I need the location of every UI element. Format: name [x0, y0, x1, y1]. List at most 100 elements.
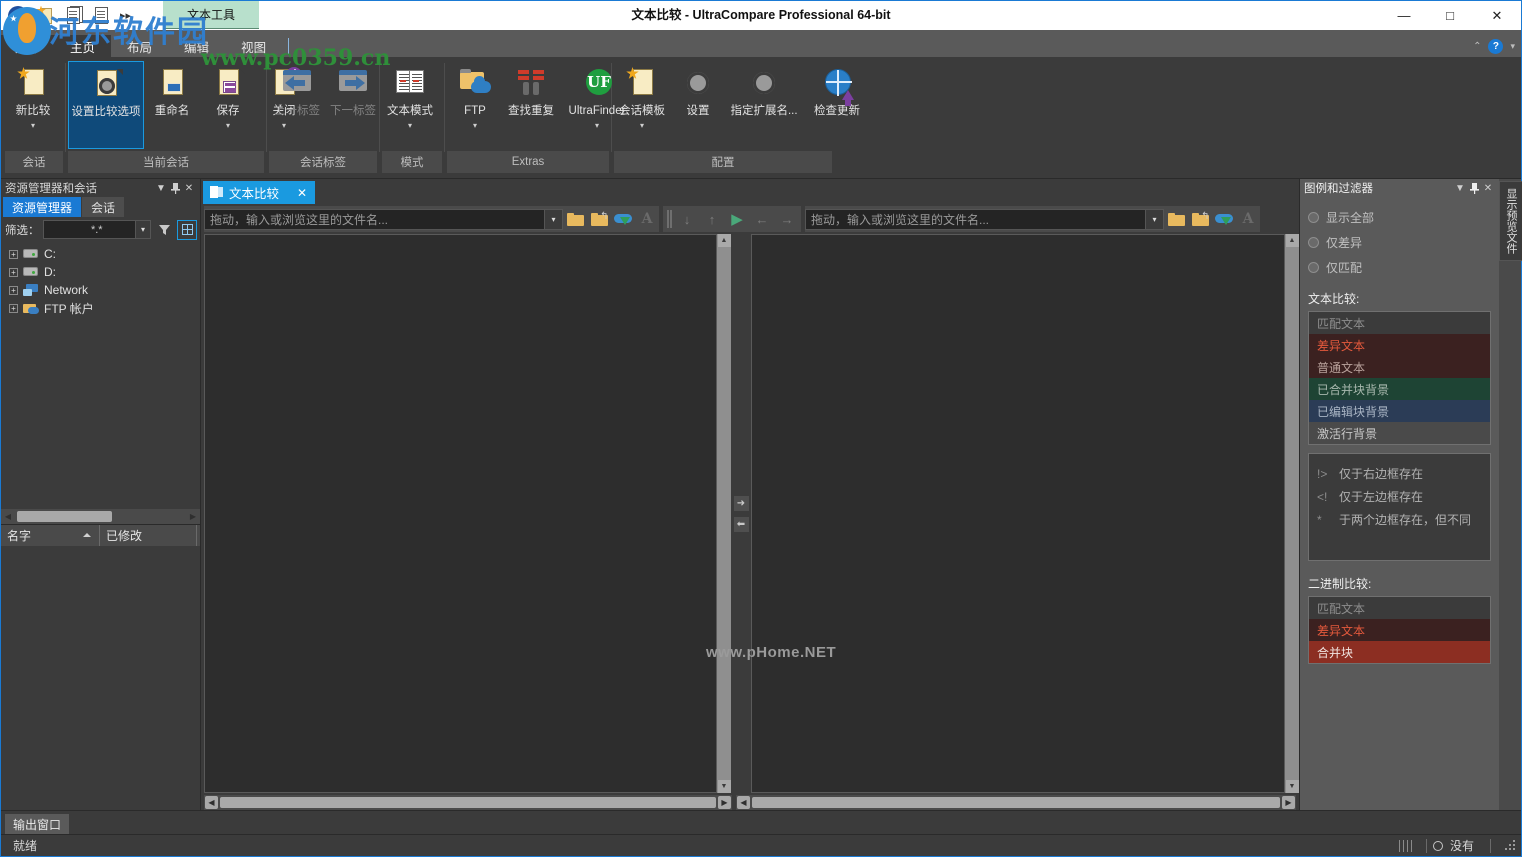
radio-differences-only[interactable]: 仅差异 [1308, 230, 1499, 255]
file-grid-body[interactable] [1, 546, 200, 810]
right-compare-pane[interactable] [751, 234, 1285, 793]
right-vertical-scrollbar[interactable]: ▲ ▼ [1285, 234, 1299, 793]
chevron-down-icon[interactable]: ▾ [1510, 41, 1515, 52]
close-button[interactable]: ✕ [1473, 1, 1521, 30]
scroll-left-icon[interactable]: ◀ [737, 796, 750, 809]
new-compare-button[interactable]: 新比较 ▾ [5, 61, 61, 130]
file-extensions-button[interactable]: 指定扩展名... [726, 61, 802, 118]
font-icon[interactable]: A [1236, 207, 1260, 231]
pin-icon[interactable] [168, 181, 182, 195]
rename-button[interactable]: 重命名 [144, 61, 200, 118]
merge-to-left-icon[interactable]: ⬅ [733, 516, 749, 532]
scrollbar-thumb[interactable] [17, 511, 112, 522]
toolbar-grip[interactable] [667, 210, 672, 228]
tab-output-window[interactable]: 输出窗口 [5, 814, 70, 834]
help-icon[interactable]: ? [1488, 39, 1504, 54]
open-folder-icon[interactable] [1164, 207, 1188, 231]
merge-to-right-icon[interactable]: ➜ [733, 495, 749, 511]
expander-icon[interactable]: + [9, 285, 18, 295]
run-compare-icon[interactable]: ▶ [727, 209, 747, 229]
close-icon[interactable]: ✕ [297, 186, 307, 200]
open-folder-icon[interactable] [563, 207, 587, 231]
scroll-right-icon[interactable]: ▶ [186, 510, 200, 524]
radio-show-all[interactable]: 显示全部 [1308, 205, 1499, 230]
scroll-left-icon[interactable]: ◀ [205, 796, 218, 809]
text-mode-button[interactable]: 文本模式 ▾ [382, 61, 438, 130]
cloud-download-icon[interactable] [1212, 207, 1236, 231]
expander-icon[interactable]: + [9, 267, 18, 277]
compare-options-button[interactable]: 设置比较选项 [68, 61, 144, 149]
filter-funnel-icon[interactable] [154, 220, 174, 240]
chevron-down-icon[interactable]: ▼ [154, 181, 168, 195]
pin-icon[interactable] [1467, 181, 1481, 195]
document-tab-text-compare[interactable]: 文本比较 ✕ [203, 181, 316, 204]
next-tab-icon [335, 67, 371, 101]
tree-item-ftp-accounts[interactable]: + FTP 帐户 [9, 299, 200, 317]
chevron-down-icon[interactable]: ▾ [640, 121, 644, 130]
tab-explorer[interactable]: 资源管理器 [3, 197, 82, 217]
symbol-key: !> [1317, 466, 1328, 481]
filter-combo[interactable]: *.* ▾ [42, 220, 151, 239]
ftp-button[interactable]: FTP ▾ [447, 61, 503, 130]
settings-button[interactable]: 设置 [670, 61, 726, 118]
scroll-right-icon[interactable]: ▶ [718, 796, 731, 809]
scroll-down-icon[interactable]: ▼ [1285, 780, 1299, 793]
chevron-down-icon[interactable]: ▾ [135, 221, 150, 238]
tree-item-network[interactable]: + Network [9, 281, 200, 299]
chevron-down-icon[interactable]: ▾ [595, 121, 599, 130]
chevron-down-icon[interactable]: ▾ [31, 121, 35, 130]
status-grip [1391, 839, 1420, 852]
open-recent-icon[interactable]: ↰ [1188, 207, 1212, 231]
save-button[interactable]: 保存 ▾ [200, 61, 256, 130]
expander-icon[interactable]: + [9, 249, 18, 259]
explorer-tree[interactable]: + C: + D: + Network + FTP 帐户 [1, 241, 200, 509]
left-horizontal-scrollbar[interactable]: ◀ ▶ [204, 795, 732, 810]
check-update-button[interactable]: 检查更新 [802, 61, 872, 118]
tab-preview-files[interactable]: 显示预览文件 [1499, 181, 1522, 261]
tree-item-d-drive[interactable]: + D: [9, 263, 200, 281]
chevron-down-icon[interactable]: ▾ [544, 209, 562, 229]
chevron-down-icon[interactable]: ▾ [1145, 209, 1163, 229]
tab-sessions[interactable]: 会话 [82, 197, 125, 217]
prev-diff-up-icon[interactable]: ↑ [702, 209, 722, 229]
scroll-up-icon[interactable]: ▲ [1285, 234, 1299, 247]
open-recent-icon[interactable]: ↰ [587, 207, 611, 231]
explorer-horizontal-scrollbar[interactable]: ◀ ▶ [1, 509, 200, 524]
collapse-ribbon-icon[interactable]: ⌃ [1473, 41, 1481, 52]
radio-matches-only[interactable]: 仅匹配 [1308, 255, 1499, 280]
close-icon[interactable]: ✕ [1481, 181, 1495, 195]
column-header-modified[interactable]: 已修改 [100, 525, 197, 546]
chevron-down-icon[interactable]: ▾ [473, 121, 477, 130]
scroll-left-icon[interactable]: ◀ [1, 510, 15, 524]
cloud-download-icon[interactable] [611, 207, 635, 231]
maximize-button[interactable]: □ [1427, 1, 1473, 30]
resize-grip-icon[interactable] [1505, 839, 1517, 852]
left-vertical-scrollbar[interactable]: ▲ ▼ [717, 234, 731, 793]
circle-icon [1432, 840, 1443, 851]
merge-right-icon[interactable]: → [777, 209, 797, 229]
minimize-button[interactable]: — [1381, 1, 1427, 30]
scrollbar-thumb[interactable] [220, 797, 716, 808]
list-view-icon[interactable] [177, 219, 197, 240]
right-file-path-input[interactable]: 拖动，输入或浏览这里的文件名... ▾ [805, 208, 1164, 230]
binary-compare-legend-title: 二进制比较: [1308, 577, 1372, 591]
column-header-name[interactable]: 名字 [1, 525, 100, 546]
close-icon[interactable]: ✕ [182, 181, 196, 195]
find-duplicates-button[interactable]: 查找重复 [503, 61, 559, 118]
chevron-down-icon[interactable]: ▾ [408, 121, 412, 130]
merge-left-icon[interactable]: ← [752, 209, 772, 229]
scroll-right-icon[interactable]: ▶ [1282, 796, 1295, 809]
scrollbar-thumb[interactable] [752, 797, 1280, 808]
session-template-button[interactable]: 会话模板 ▾ [614, 61, 670, 130]
left-file-path-input[interactable]: 拖动，输入或浏览这里的文件名... ▾ [204, 208, 563, 230]
scroll-up-icon[interactable]: ▲ [717, 234, 731, 247]
right-horizontal-scrollbar[interactable]: ◀ ▶ [736, 795, 1296, 810]
chevron-down-icon[interactable]: ▾ [226, 121, 230, 130]
next-diff-down-icon[interactable]: ↓ [677, 209, 697, 229]
tree-item-c-drive[interactable]: + C: [9, 245, 200, 263]
font-icon[interactable]: A [635, 207, 659, 231]
scroll-down-icon[interactable]: ▼ [717, 780, 731, 793]
expander-icon[interactable]: + [9, 303, 18, 313]
left-compare-pane[interactable] [204, 234, 717, 793]
chevron-down-icon[interactable]: ▼ [1453, 181, 1467, 195]
